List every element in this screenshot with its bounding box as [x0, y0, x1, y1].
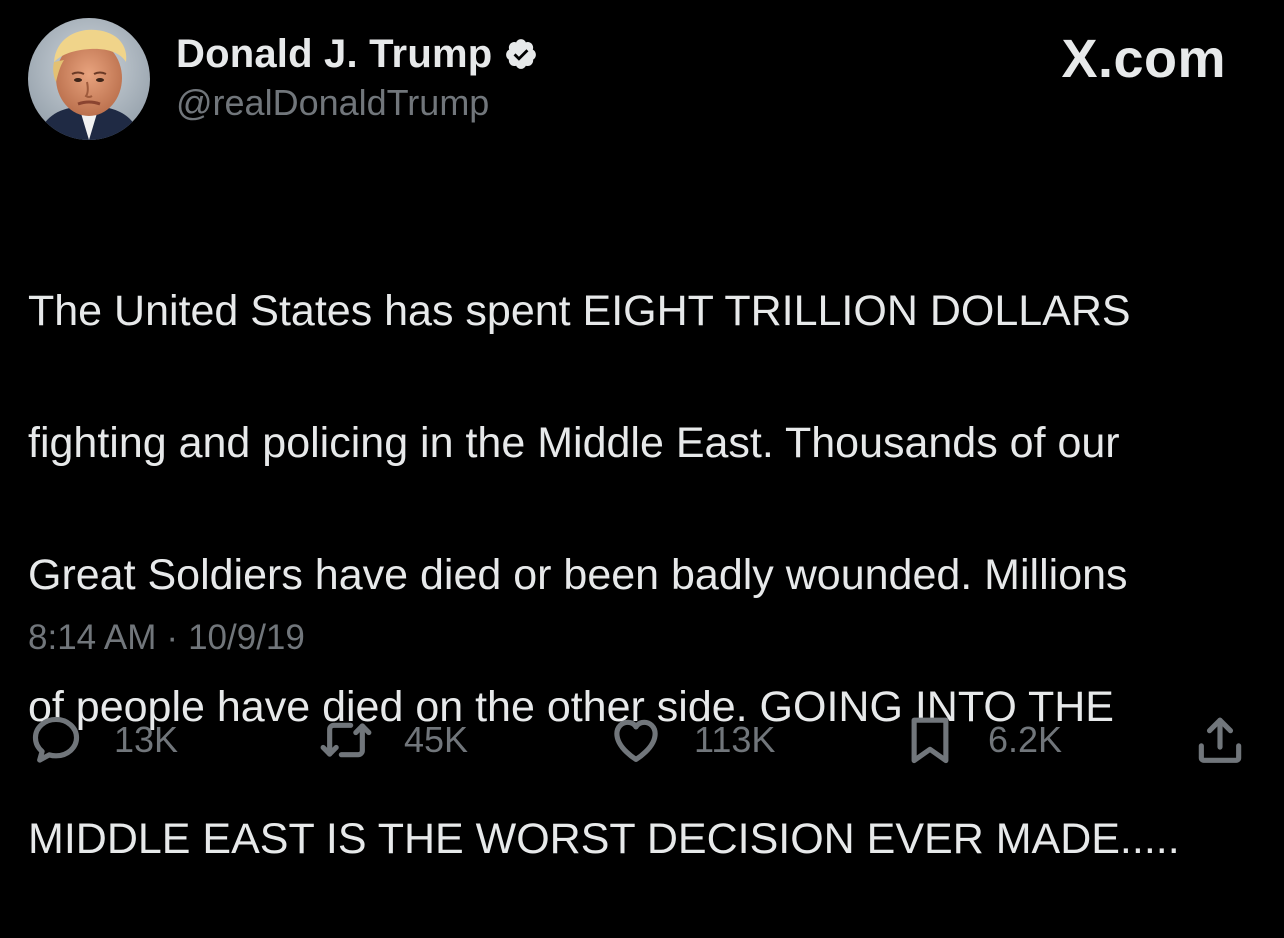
repost-button[interactable]: 45K: [318, 702, 468, 778]
repost-count: 45K: [404, 719, 469, 760]
author-block: Donald J. Trump @realDonaldTrump: [176, 30, 538, 124]
tweet-date: 10/9/19: [188, 618, 305, 657]
action-bar: 13K 45K 113K 6.2K: [28, 702, 1250, 778]
tweet-text-line: fighting and policing in the Middle East…: [28, 419, 1120, 467]
reply-icon: [28, 712, 84, 768]
share-button[interactable]: [1192, 702, 1248, 778]
display-name[interactable]: Donald J. Trump: [176, 32, 492, 77]
meta-separator: ·: [166, 618, 179, 657]
share-icon: [1192, 712, 1248, 768]
repost-icon: [318, 712, 374, 768]
tweet-text-line: MIDDLE EAST IS THE WORST DECISION EVER M…: [28, 815, 1180, 863]
bookmark-count: 6.2K: [988, 719, 1063, 760]
avatar-image: [28, 18, 150, 140]
author-handle[interactable]: @realDonaldTrump: [176, 82, 538, 124]
tweet-card: Donald J. Trump @realDonaldTrump X.com T…: [0, 0, 1284, 863]
reply-button[interactable]: 13K: [28, 702, 178, 778]
tweet-text: The United States has spent EIGHT TRILLI…: [28, 212, 1268, 938]
tweet-text-line: Great Soldiers have died or been badly w…: [28, 551, 1128, 599]
like-button[interactable]: 113K: [608, 702, 775, 778]
tweet-timestamp[interactable]: 8:14 AM · 10/9/19: [28, 618, 305, 658]
bookmark-button[interactable]: 6.2K: [902, 702, 1062, 778]
bookmark-icon: [902, 712, 958, 768]
tweet-time: 8:14 AM: [28, 618, 157, 657]
verified-badge-icon: [504, 37, 538, 71]
tweet-text-line: The United States has spent EIGHT TRILLI…: [28, 287, 1131, 335]
name-row: Donald J. Trump: [176, 30, 538, 78]
avatar[interactable]: [28, 18, 150, 140]
brand-logo: X.com: [1061, 29, 1226, 89]
heart-icon: [608, 712, 664, 768]
like-count: 113K: [694, 719, 776, 760]
reply-count: 13K: [114, 719, 179, 760]
